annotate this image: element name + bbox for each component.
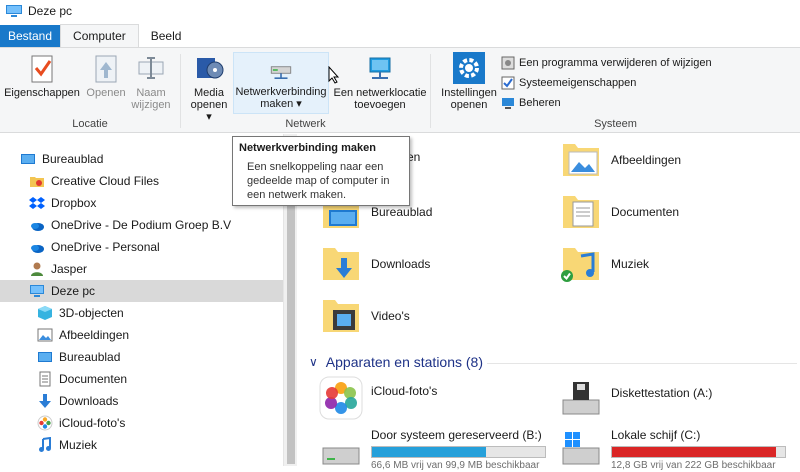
folder-videos[interactable]: Video's: [319, 296, 410, 336]
folder-afbeeldingen[interactable]: Afbeeldingen: [559, 140, 681, 180]
chevron-down-icon[interactable]: ∨: [309, 355, 318, 369]
group-label-locatie: Locatie: [72, 118, 108, 130]
tab-file[interactable]: Bestand: [0, 25, 61, 47]
media-openen-button[interactable]: Media openen ▾: [187, 52, 231, 123]
uninstall-program-icon: [501, 56, 515, 70]
beheren-button[interactable]: Beheren: [501, 94, 561, 112]
music-icon: [39, 437, 51, 452]
downloads-folder-icon: [323, 248, 359, 280]
netwerklocatie-toevoegen-button[interactable]: Een netwerklocatie toevoegen: [331, 52, 429, 111]
settings-gear-icon: [453, 52, 485, 84]
group-label-netwerk: Netwerk: [285, 118, 326, 130]
icloud-photos-icon: [319, 376, 363, 420]
group-label-systeem: Systeem: [594, 118, 637, 130]
device-icloud-fotos[interactable]: iCloud-foto's: [319, 376, 437, 420]
pc-icon: [6, 5, 22, 17]
rename-button[interactable]: Naam wijzigen: [128, 52, 174, 111]
nav-item-downloads[interactable]: Downloads: [37, 390, 118, 412]
instellingen-openen-button[interactable]: Instellingen openen: [437, 52, 501, 111]
nav-item-icloud-fotos[interactable]: iCloud-foto's: [37, 412, 125, 434]
tab-view[interactable]: Beeld: [139, 25, 194, 47]
windows-drive-icon: [562, 432, 600, 465]
nav-item-afbeeldingen[interactable]: Afbeeldingen: [37, 324, 129, 346]
manage-computer-icon: [502, 98, 514, 109]
nav-item-3d-objecten[interactable]: 3D-objecten: [37, 302, 124, 324]
tooltip-body: Een snelkoppeling naar een gedeelde map …: [247, 161, 390, 201]
nav-item-bureaublad-sub[interactable]: Bureaublad: [37, 346, 120, 368]
tooltip-title: Netwerkverbinding maken: [239, 142, 376, 154]
ribbon: Eigenschappen Openen Naam wijzigen Locat…: [0, 47, 800, 133]
devices-section-header[interactable]: ∨ Apparaten en stations (8): [309, 354, 483, 370]
music-folder-icon: [561, 248, 599, 282]
device-diskettestation[interactable]: Diskettestation (A:): [559, 376, 712, 420]
device-lokale-schijf-c[interactable]: Lokale schijf (C:) 12,8 GB vrij van 222 …: [559, 428, 786, 472]
nav-item-onedrive-work[interactable]: OneDrive - De Podium Groep B.V: [29, 214, 231, 236]
programma-verwijderen-button[interactable]: Een programma verwijderen of wijzigen: [501, 54, 712, 72]
rename-icon: [138, 57, 164, 79]
group-netwerk: Media openen ▾ Netwerkverbinding maken ▾…: [181, 48, 430, 132]
network-location-icon: [369, 57, 391, 79]
ribbon-tabs: Bestand Computer Beeld: [0, 24, 800, 47]
onedrive-icon: [31, 245, 44, 253]
hard-drive-icon: [322, 447, 360, 465]
desktop-icon: [21, 154, 35, 164]
desktop-icon: [38, 352, 52, 362]
pictures-folder-icon: [563, 144, 599, 176]
scrollbar-thumb[interactable]: [287, 174, 295, 464]
openen-button[interactable]: Openen: [84, 52, 128, 99]
floppy-drive-icon: [562, 382, 600, 415]
drive-usage-bar: [371, 446, 546, 458]
drive-usage-fill: [372, 447, 487, 457]
title-bar: Deze pc: [0, 0, 800, 22]
onedrive-icon: [31, 223, 44, 231]
group-systeem: Instellingen openen Een programma verwij…: [431, 48, 800, 132]
systeemeigenschappen-button[interactable]: Systeemeigenschappen: [501, 74, 636, 92]
nav-item-bureaublad[interactable]: Bureaublad: [20, 148, 103, 170]
drive-usage-bar: [611, 446, 786, 458]
group-locatie: Eigenschappen Openen Naam wijzigen Locat…: [0, 48, 180, 132]
window-title: Deze pc: [28, 4, 73, 18]
nav-item-onedrive-personal[interactable]: OneDrive - Personal: [29, 236, 160, 258]
tab-computer[interactable]: Computer: [60, 24, 139, 47]
eigenschappen-button[interactable]: Eigenschappen: [4, 52, 80, 99]
pc-icon: [30, 285, 44, 297]
mouse-cursor-icon: [328, 66, 340, 84]
folder-muziek[interactable]: Muziek: [559, 244, 649, 284]
folder-downloads[interactable]: Downloads: [319, 244, 430, 284]
documents-icon: [39, 371, 51, 387]
3d-objects-icon: [38, 306, 52, 320]
nav-item-documenten[interactable]: Documenten: [37, 368, 127, 390]
creative-cloud-icon: [30, 177, 44, 187]
media-icon: [197, 58, 224, 79]
device-systeem-gereserveerd[interactable]: Door systeem gereserveerd (B:) 66,6 MB v…: [319, 428, 546, 472]
tooltip: Netwerkverbinding maken Een snelkoppelin…: [232, 136, 410, 206]
dropbox-icon: [29, 197, 45, 209]
folder-documenten[interactable]: Documenten: [559, 192, 679, 232]
network-drive-icon: [270, 66, 292, 79]
pictures-icon: [37, 328, 53, 342]
documents-folder-icon: [563, 196, 599, 228]
downloads-icon: [39, 394, 51, 408]
system-properties-icon: [501, 76, 515, 90]
section-divider: [487, 363, 797, 364]
videos-folder-icon: [323, 300, 359, 332]
open-icon: [95, 55, 117, 83]
user-icon: [31, 262, 43, 276]
drive-usage-fill: [612, 447, 777, 457]
icloud-photos-icon: [37, 415, 53, 431]
properties-icon: [31, 55, 53, 83]
nav-item-dropbox[interactable]: Dropbox: [29, 192, 96, 214]
nav-item-creative-cloud[interactable]: Creative Cloud Files: [29, 170, 159, 192]
nav-item-jasper[interactable]: Jasper: [29, 258, 87, 280]
nav-item-deze-pc[interactable]: Deze pc: [0, 280, 283, 302]
netwerkverbinding-maken-button[interactable]: Netwerkverbinding maken ▾: [233, 52, 329, 114]
nav-item-muziek[interactable]: Muziek: [37, 434, 97, 456]
